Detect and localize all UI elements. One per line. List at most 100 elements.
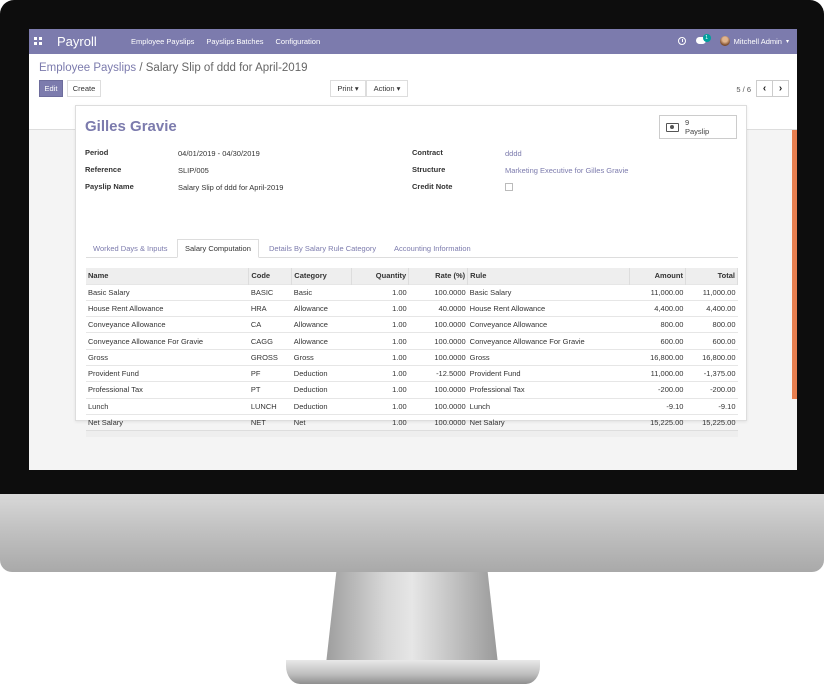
- cell-amount: 11,000.00: [629, 364, 686, 382]
- cell-rate: 100.0000: [408, 397, 468, 415]
- print-dropdown-button[interactable]: Print ▾: [330, 80, 366, 97]
- cell-rate: 100.0000: [408, 381, 468, 399]
- cell-total: 15,225.00: [685, 413, 738, 431]
- cell-code: CAGG: [248, 332, 292, 350]
- pager-previous-button[interactable]: ‹: [756, 80, 773, 97]
- table-row[interactable]: Conveyance Allowance CA Allowance 1.00 1…: [86, 316, 738, 333]
- cell-total: 16,800.00: [685, 348, 738, 366]
- monitor-stand-neck: [326, 572, 498, 664]
- user-name: Mitchell Admin: [733, 36, 782, 46]
- table-row[interactable]: Professional Tax PT Deduction 1.00 100.0…: [86, 381, 738, 399]
- table-row[interactable]: Net Salary NET Net 1.00 100.0000 Net Sal…: [86, 413, 738, 431]
- cell-name: Net Salary: [86, 413, 249, 431]
- column-header-name[interactable]: Name: [86, 268, 250, 284]
- tab-worked-days[interactable]: Worked Days & Inputs: [86, 239, 174, 258]
- cell-rule: Lunch: [467, 397, 630, 415]
- menu-payslips-batches[interactable]: Payslips Batches: [206, 37, 263, 46]
- caret-down-icon: ▾: [785, 38, 789, 45]
- breadcrumb-parent-link[interactable]: Employee Payslips: [39, 62, 136, 74]
- monitor-chin: [0, 494, 824, 572]
- cell-rule: Gross: [467, 348, 630, 366]
- column-header-rule[interactable]: Rule: [467, 268, 630, 284]
- apps-grid-icon[interactable]: [34, 37, 43, 46]
- pager-next-button[interactable]: ›: [772, 80, 789, 97]
- cell-rate: 100.0000: [408, 283, 468, 301]
- cell-quantity: 1.00: [351, 316, 409, 333]
- cell-quantity: 1.00: [351, 381, 409, 399]
- cell-name: Gross: [86, 348, 249, 366]
- cell-rule: House Rent Allowance: [467, 299, 630, 317]
- cell-amount: 16,800.00: [629, 348, 686, 366]
- table-row[interactable]: House Rent Allowance HRA Allowance 1.00 …: [86, 299, 738, 317]
- cell-quantity: 1.00: [351, 332, 409, 350]
- reference-value: SLIP/005: [178, 166, 209, 175]
- column-header-total[interactable]: Total: [685, 268, 739, 284]
- cell-amount: -200.00: [629, 381, 686, 399]
- cell-category: Deduction: [291, 397, 352, 415]
- cell-name: Basic Salary: [86, 283, 249, 301]
- cell-amount: 11,000.00: [629, 283, 686, 301]
- navbar-systray: 1 Mitchell Admin ▾: [677, 34, 789, 47]
- cell-code: NET: [248, 413, 292, 431]
- table-row[interactable]: Lunch LUNCH Deduction 1.00 100.0000 Lunc…: [86, 397, 738, 415]
- create-button[interactable]: Create: [67, 80, 101, 97]
- payslip-label: Payslip: [685, 127, 710, 136]
- main-menu: Employee Payslips Payslips Batches Confi…: [131, 37, 320, 46]
- top-navbar: Payroll Employee Payslips Payslips Batch…: [29, 29, 797, 54]
- credit-note-label: Credit Note: [412, 182, 453, 191]
- period-label: Period: [85, 148, 109, 157]
- scrollbar[interactable]: [792, 129, 797, 399]
- cell-category: Deduction: [291, 381, 352, 399]
- money-icon: [666, 122, 679, 132]
- table-row[interactable]: Provident Fund PF Deduction 1.00 -12.500…: [86, 364, 738, 382]
- cell-rate: 100.0000: [408, 332, 468, 350]
- structure-link[interactable]: Marketing Executive for Gilles Gravie: [505, 166, 628, 175]
- column-header-category[interactable]: Category: [291, 268, 353, 284]
- cell-code: PF: [248, 364, 292, 382]
- tab-accounting-information[interactable]: Accounting Information: [387, 239, 478, 258]
- cell-code: LUNCH: [248, 397, 292, 415]
- user-menu[interactable]: Mitchell Admin ▾: [719, 36, 789, 46]
- table-row[interactable]: Gross GROSS Gross 1.00 100.0000 Gross 16…: [86, 348, 738, 366]
- activity-clock-icon[interactable]: [677, 37, 686, 45]
- cell-quantity: 1.00: [351, 364, 409, 382]
- payslip-smart-button[interactable]: 9 Payslip: [659, 115, 737, 139]
- column-header-rate[interactable]: Rate (%): [408, 268, 469, 284]
- cell-rate: 100.0000: [408, 413, 468, 431]
- cell-amount: -9.10: [629, 397, 686, 415]
- column-header-code[interactable]: Code: [248, 268, 293, 284]
- cell-rule: Professional Tax: [467, 381, 630, 399]
- table-header-row: Name Code Category Quantity Rate (%) Rul…: [86, 268, 739, 284]
- cell-code: CA: [248, 316, 292, 333]
- cell-total: -1,375.00: [685, 364, 738, 382]
- cell-rule: Conveyance Allowance For Gravie: [467, 332, 630, 350]
- cell-code: PT: [248, 381, 292, 399]
- cell-quantity: 1.00: [351, 348, 409, 366]
- table-row[interactable]: Basic Salary BASIC Basic 1.00 100.0000 B…: [86, 283, 738, 301]
- cell-category: Deduction: [291, 364, 352, 382]
- cell-quantity: 1.00: [351, 413, 409, 431]
- menu-configuration[interactable]: Configuration: [276, 37, 321, 46]
- chat-badge: 1: [702, 34, 711, 42]
- contract-label: Contract: [412, 148, 443, 157]
- cell-rate: 100.0000: [408, 348, 468, 366]
- tab-salary-computation[interactable]: Salary Computation: [177, 239, 259, 258]
- period-value: 04/01/2019 - 04/30/2019: [178, 149, 260, 158]
- credit-note-checkbox[interactable]: [505, 183, 513, 191]
- column-header-quantity[interactable]: Quantity: [351, 268, 410, 284]
- screen: Payroll Employee Payslips Payslips Batch…: [29, 29, 797, 470]
- cell-rule: Provident Fund: [467, 364, 630, 382]
- edit-button[interactable]: Edit: [39, 80, 63, 97]
- contract-link[interactable]: dddd: [505, 149, 522, 158]
- messaging-button[interactable]: 1: [695, 34, 711, 47]
- cell-rate: -12.5000: [408, 364, 468, 382]
- column-header-amount[interactable]: Amount: [629, 268, 686, 284]
- table-row[interactable]: Conveyance Allowance For Gravie CAGG All…: [86, 332, 738, 350]
- cell-name: Lunch: [86, 397, 249, 415]
- cell-amount: 4,400.00: [629, 299, 686, 317]
- action-dropdown-button[interactable]: Action ▾: [366, 80, 408, 97]
- avatar: [719, 36, 730, 46]
- tab-details-by-category[interactable]: Details By Salary Rule Category: [262, 239, 383, 258]
- monitor-stand-base: [286, 660, 540, 684]
- menu-employee-payslips[interactable]: Employee Payslips: [131, 37, 194, 46]
